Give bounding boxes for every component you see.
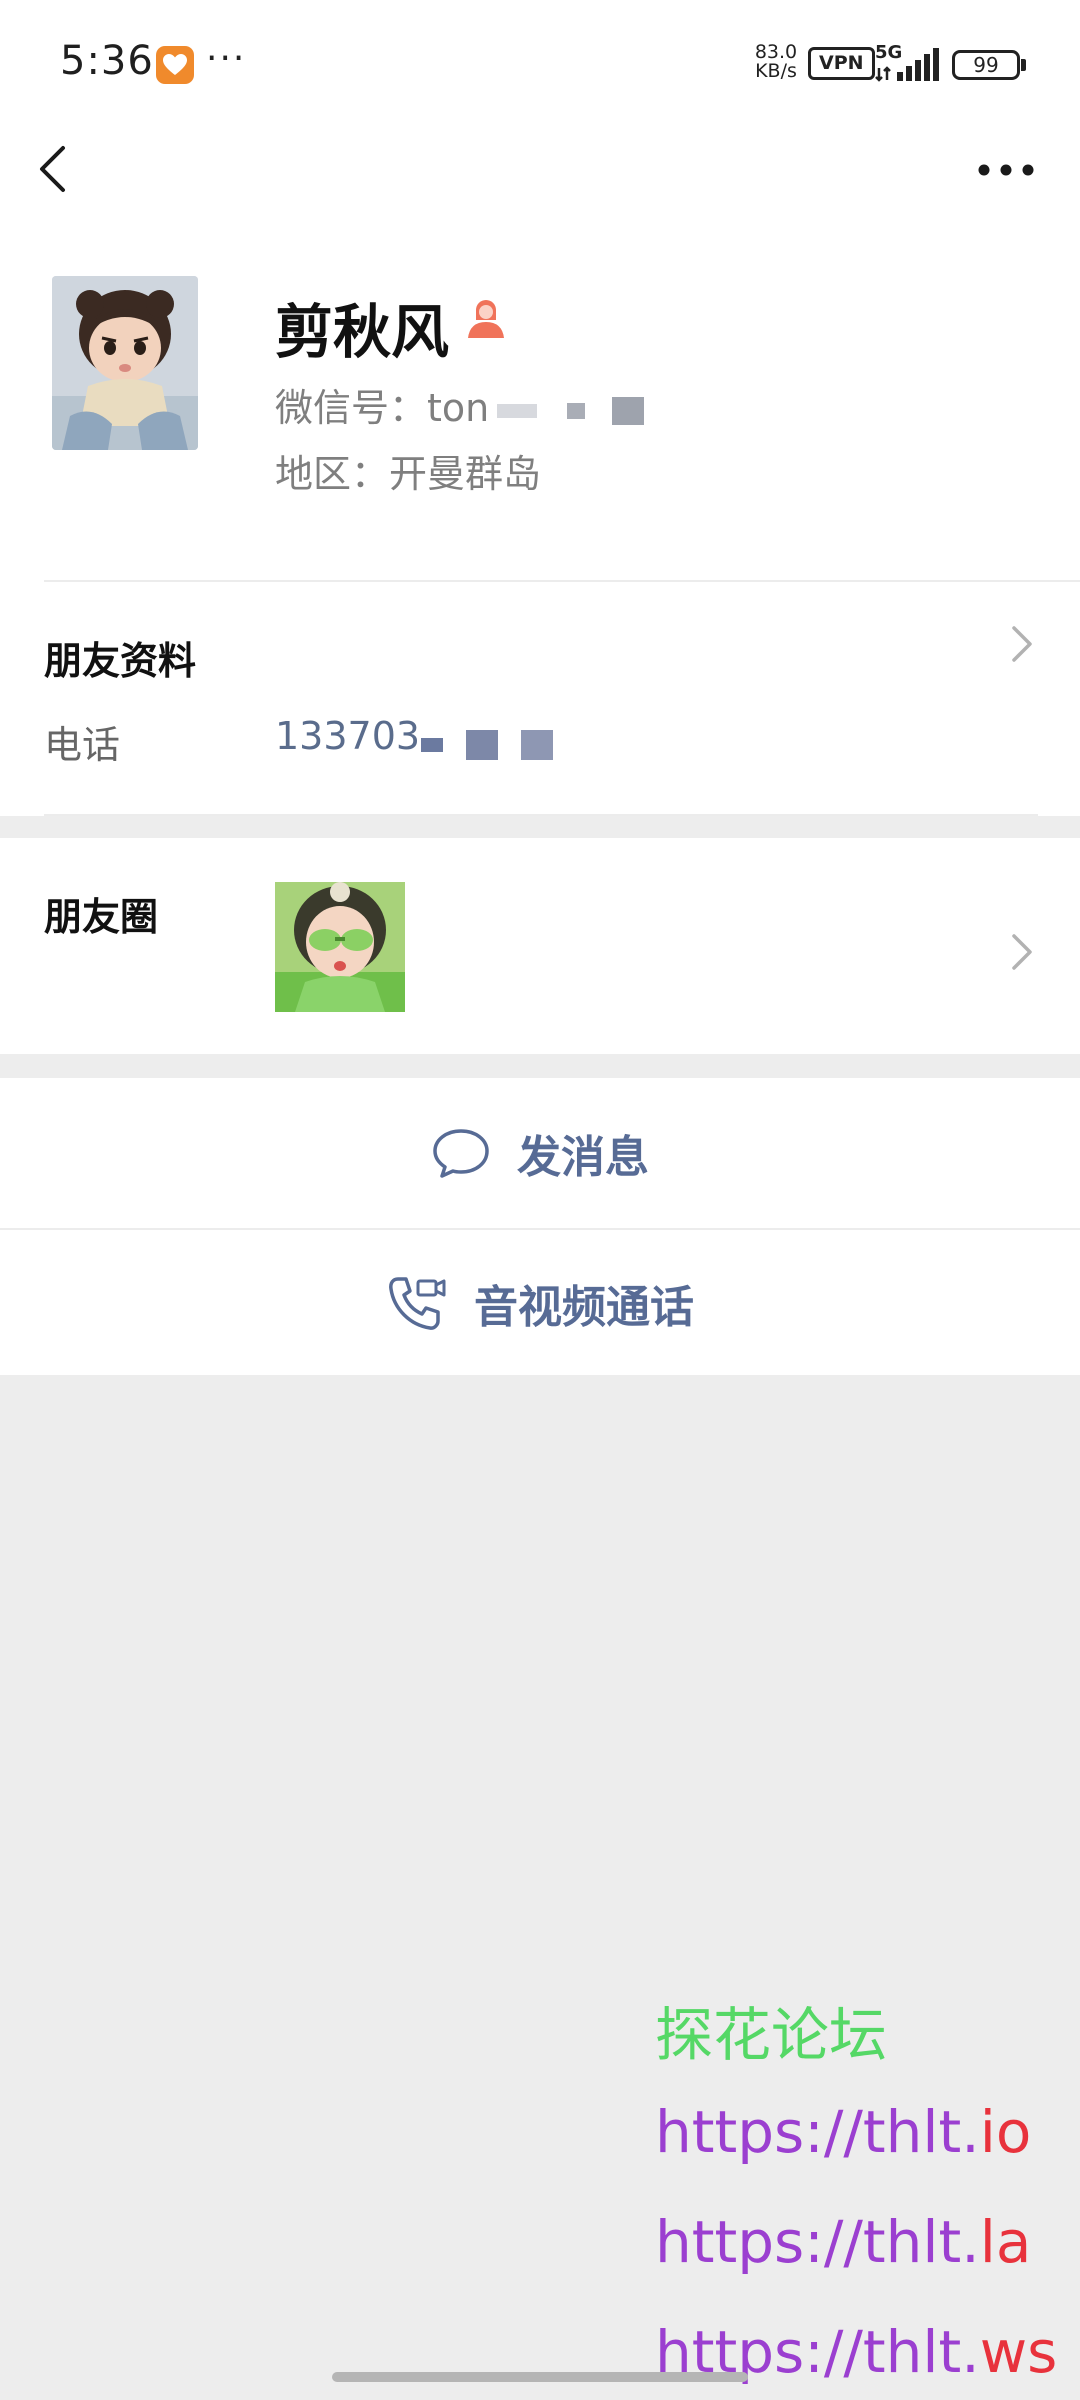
- section-gap: [0, 1054, 1080, 1078]
- watermark-link-suffix: ws: [979, 2318, 1058, 2386]
- moments-title: 朋友圈: [44, 895, 159, 939]
- phone-value: 133703: [275, 714, 421, 758]
- wechat-id-label: 微信号：: [275, 386, 428, 430]
- redacted-block: [521, 729, 554, 760]
- watermark-link-prefix: https://thlt.: [655, 2208, 980, 2276]
- more-dots-icon: [978, 164, 1034, 176]
- chevron-left-icon: [40, 146, 65, 192]
- moments-row[interactable]: 朋友圈: [0, 838, 1080, 1054]
- friend-info-title: 朋友资料: [44, 639, 197, 683]
- wechat-id[interactable]: 微信号：ton: [275, 377, 644, 432]
- chevron-right-icon: [1006, 620, 1036, 668]
- phone-number[interactable]: 133703: [275, 714, 554, 760]
- home-indicator[interactable]: [332, 2372, 748, 2382]
- chevron-right-icon: [1006, 928, 1036, 976]
- section-gap: [0, 816, 1080, 838]
- watermark-title: 探花论坛: [655, 2001, 888, 2069]
- send-message-button[interactable]: 发消息: [0, 1078, 1080, 1228]
- redacted-block: [497, 403, 538, 418]
- female-icon: [462, 294, 510, 342]
- signal-icon: 5G: [875, 42, 939, 82]
- video-call-label: 音视频通话: [474, 1282, 694, 1333]
- redacted-block: [611, 396, 644, 425]
- watermark-link-suffix: la: [979, 2208, 1032, 2276]
- phone-label: 电话: [44, 723, 121, 767]
- wechat-id-value: ton: [427, 386, 490, 430]
- chat-bubble-icon: [433, 1129, 489, 1178]
- region-label: 地区：: [275, 452, 390, 496]
- phone-video-icon: [389, 1277, 446, 1330]
- send-message-label: 发消息: [517, 1132, 649, 1183]
- status-time: 5:36: [60, 38, 154, 84]
- battery-tip: [1021, 59, 1026, 71]
- moments-thumbnail[interactable]: [275, 882, 405, 1012]
- notification-more-icon: ···: [206, 38, 247, 79]
- battery-icon: 99: [952, 50, 1020, 80]
- watermark-link: https://thlt.io: [655, 2098, 1031, 2166]
- more-options-button[interactable]: [970, 140, 1050, 200]
- heart-app-icon: [156, 46, 194, 84]
- region-value: 开曼群岛: [389, 452, 542, 496]
- status-bar: 5:36 ··· 83.0 KB/s VPN 5G 99: [0, 0, 1080, 130]
- video-call-button[interactable]: 音视频通话: [0, 1230, 1080, 1376]
- region: 地区：开曼群岛: [275, 443, 541, 498]
- network-speed: 83.0 KB/s: [752, 43, 800, 81]
- friend-info-row[interactable]: 朋友资料 电话 133703: [0, 582, 1080, 814]
- redacted-block: [466, 729, 499, 760]
- watermark-link-suffix: io: [979, 2098, 1032, 2166]
- network-speed-unit: KB/s: [755, 60, 797, 82]
- watermark-link: https://thlt.la: [655, 2208, 1031, 2276]
- profile-avatar[interactable]: [52, 276, 198, 450]
- watermark-link-prefix: https://thlt.: [655, 2098, 980, 2166]
- vpn-badge: VPN: [808, 47, 875, 80]
- back-button[interactable]: [30, 140, 90, 200]
- profile-name: 剪秋风: [275, 298, 450, 366]
- redacted-block: [567, 402, 586, 419]
- redacted-block: [421, 737, 444, 752]
